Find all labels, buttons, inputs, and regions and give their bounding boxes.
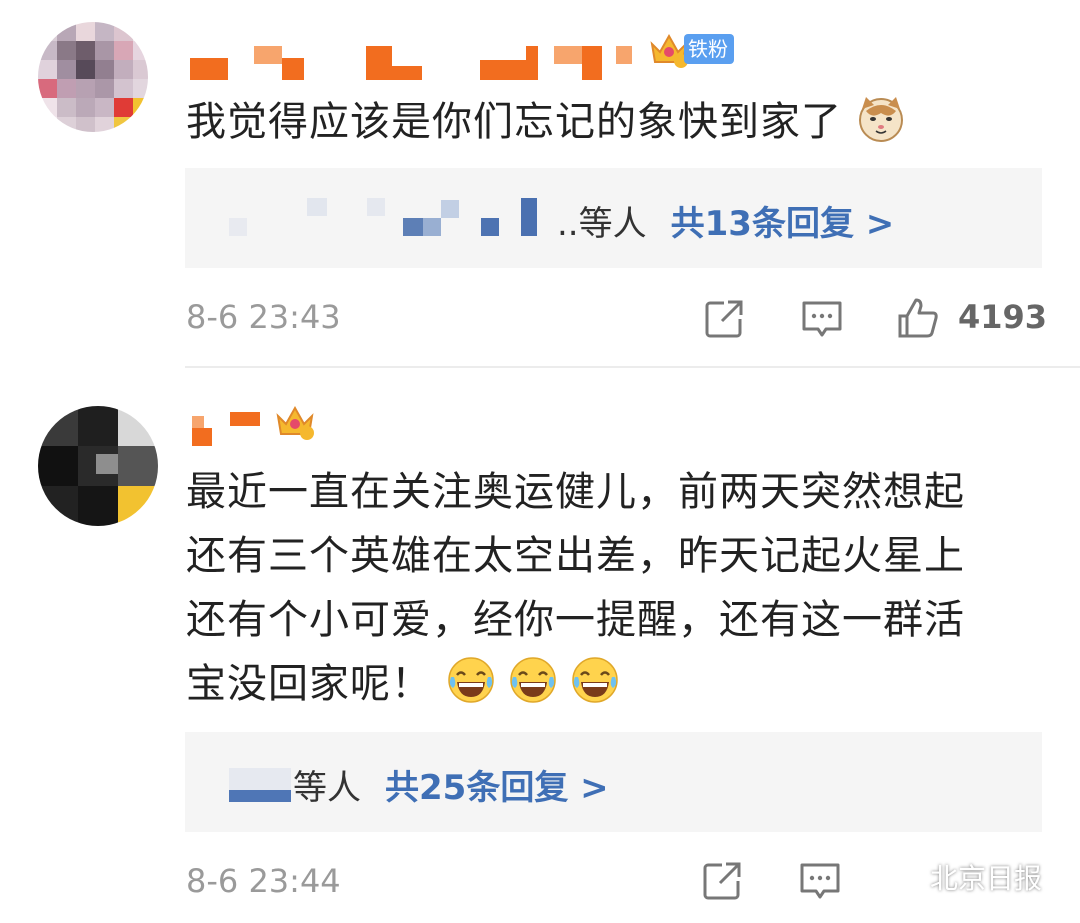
fan-badge: 铁粉 xyxy=(684,34,734,64)
comment-text-line: 还有个小可爱，经你一提醒，还有这一群活 xyxy=(186,597,965,643)
laugh-cry-emoji-icon xyxy=(570,655,620,705)
comment-icon[interactable] xyxy=(798,859,842,903)
avatar[interactable] xyxy=(38,406,158,526)
comment-text-line: 宝没回家呢！ xyxy=(186,661,432,707)
reply-preview[interactable]: ..等人 共13条回复 > xyxy=(185,168,1042,268)
blur-block xyxy=(481,218,499,236)
comment-text-line: 最近一直在关注奥运健儿，前两天突然想起 xyxy=(186,469,965,515)
timestamp: 8-6 23:44 xyxy=(186,862,341,900)
reply-count-link[interactable]: 共13条回复 > xyxy=(671,204,895,244)
comment-text: 我觉得应该是你们忘记的象快到家了 xyxy=(186,90,918,154)
wechat-icon xyxy=(878,856,924,898)
comment-text-content: 我觉得应该是你们忘记的象快到家了 xyxy=(186,99,842,145)
username-redacted[interactable] xyxy=(190,406,280,452)
reply-summary[interactable]: 等人 共25条回复 > xyxy=(293,760,609,809)
reply-preview[interactable]: 等人 共25条回复 > xyxy=(185,732,1042,832)
blur-block xyxy=(307,198,327,216)
comment-item: 铁粉 我觉得应该是你们忘记的象快到家了 ..等人 共13条回复 > 8-6 23:… xyxy=(0,0,1080,366)
reply-users-redacted xyxy=(229,218,247,236)
avatar[interactable] xyxy=(38,22,148,132)
blur-block xyxy=(229,790,291,802)
like-icon[interactable] xyxy=(896,296,940,340)
comment-text-line: 还有三个英雄在太空出差，昨天记起火星上 xyxy=(186,533,965,579)
comment-item: 最近一直在关注奥运健儿，前两天突然想起 还有三个英雄在太空出差，昨天记起火星上 … xyxy=(0,368,1080,923)
cat-emoji-icon xyxy=(856,93,906,143)
reply-users-suffix: ..等人 xyxy=(557,204,647,244)
reply-count-link[interactable]: 共25条回复 > xyxy=(385,768,609,808)
share-icon[interactable] xyxy=(700,859,744,903)
blur-block xyxy=(521,198,537,236)
blur-block xyxy=(367,198,385,216)
timestamp: 8-6 23:43 xyxy=(186,298,341,336)
username-redacted[interactable] xyxy=(190,42,650,88)
like-count: 4193 xyxy=(958,298,1048,336)
blur-block xyxy=(441,200,459,218)
share-icon[interactable] xyxy=(702,297,746,341)
crown-icon xyxy=(274,400,316,442)
comment-text: 最近一直在关注奥运健儿，前两天突然想起 还有三个英雄在太空出差，昨天记起火星上 … xyxy=(186,460,1066,716)
watermark: 北京日报 xyxy=(878,852,1042,902)
blur-block xyxy=(423,218,441,236)
reply-summary[interactable]: ..等人 共13条回复 > xyxy=(557,196,894,245)
laugh-cry-emoji-icon xyxy=(446,655,496,705)
comment-icon[interactable] xyxy=(800,297,844,341)
laugh-cry-emoji-icon xyxy=(508,655,558,705)
watermark-label: 北京日报 xyxy=(930,862,1043,895)
blur-block xyxy=(403,218,423,236)
reply-users-suffix: 等人 xyxy=(293,768,361,808)
